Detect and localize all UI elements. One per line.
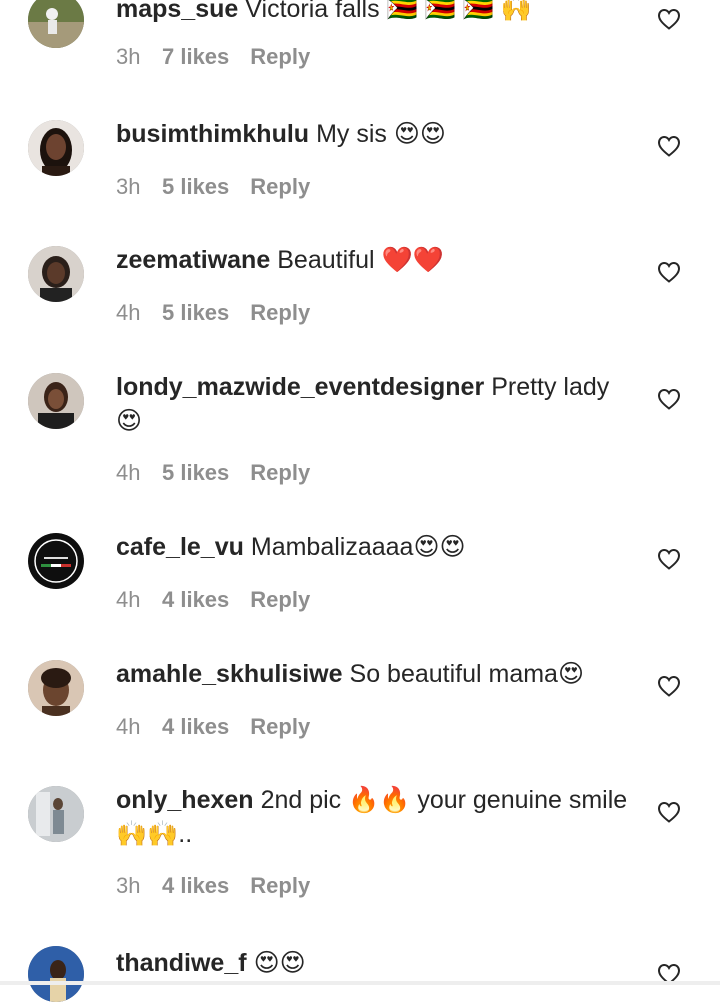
avatar[interactable] (28, 373, 84, 429)
divider (0, 981, 720, 985)
comment-text: londy_mazwide_eventdesigner Pretty lady 😍 (116, 370, 636, 438)
avatar[interactable] (28, 946, 84, 1002)
heart-icon[interactable] (657, 675, 681, 697)
heart-icon[interactable] (657, 261, 681, 283)
comment-text: zeematiwane Beautiful ❤️❤️ (116, 243, 636, 277)
comment-text: thandiwe_f 😍😍 (116, 946, 636, 980)
comment-time: 4h (116, 587, 141, 612)
comment-username[interactable]: thandiwe_f (116, 949, 247, 977)
comment-likes[interactable]: 5 likes (162, 174, 229, 200)
comment-text: busimthimkhulu My sis 😍😍 (116, 117, 636, 151)
reply-button[interactable]: Reply (250, 460, 310, 486)
comment-text: amahle_skhulisiwe So beautiful mama😍 (116, 657, 636, 691)
comment-likes[interactable]: 5 likes (162, 460, 229, 486)
reply-button[interactable]: Reply (250, 174, 310, 200)
comment-time: 3h (116, 873, 141, 898)
avatar[interactable] (28, 533, 84, 589)
comment-username[interactable]: cafe_le_vu (116, 533, 244, 561)
heart-icon[interactable] (657, 548, 681, 570)
comment-username[interactable]: zeematiwane (116, 246, 270, 274)
comment-likes[interactable]: 4 likes (162, 587, 229, 613)
comment-username[interactable]: only_hexen (116, 786, 254, 814)
comment-time: 4h (116, 460, 141, 485)
comment-likes[interactable]: 5 likes (162, 300, 229, 326)
reply-button[interactable]: Reply (250, 714, 310, 740)
comment-username[interactable]: busimthimkhulu (116, 120, 309, 148)
comment-time: 3h (116, 174, 141, 199)
reply-button[interactable]: Reply (250, 300, 310, 326)
comment-time: 3h (116, 44, 141, 69)
heart-icon[interactable] (657, 8, 681, 30)
comment-message: Beautiful ❤️❤️ (277, 246, 444, 274)
comment-message: My sis 😍😍 (316, 120, 446, 148)
comment-message: 😍😍 (253, 949, 306, 977)
heart-icon[interactable] (657, 135, 681, 157)
comment-username[interactable]: londy_mazwide_eventdesigner (116, 373, 484, 401)
comment-time: 4h (116, 300, 141, 325)
heart-icon[interactable] (657, 388, 681, 410)
comment-text: only_hexen 2nd pic 🔥🔥 your genuine smile … (116, 783, 636, 851)
avatar[interactable] (28, 660, 84, 716)
comment-username[interactable]: maps_sue (116, 0, 238, 23)
avatar[interactable] (28, 0, 84, 48)
comment-likes[interactable]: 4 likes (162, 873, 229, 899)
comment-message: Victoria falls 🇿🇼 🇿🇼 🇿🇼 🙌 (245, 0, 532, 23)
comment-likes[interactable]: 4 likes (162, 714, 229, 740)
reply-button[interactable]: Reply (250, 587, 310, 613)
reply-button[interactable]: Reply (250, 44, 310, 70)
comment-likes[interactable]: 7 likes (162, 44, 229, 70)
avatar[interactable] (28, 120, 84, 176)
comment-text: maps_sue Victoria falls 🇿🇼 🇿🇼 🇿🇼 🙌 (116, 0, 636, 26)
comment-message: Mambalizaaaa😍😍 (250, 533, 466, 561)
avatar[interactable] (28, 246, 84, 302)
comment-text: cafe_le_vu Mambalizaaaa😍😍 (116, 530, 636, 564)
comment-username[interactable]: amahle_skhulisiwe (116, 660, 343, 688)
comment-message: So beautiful mama😍 (349, 660, 585, 688)
avatar[interactable] (28, 786, 84, 842)
comment-time: 4h (116, 714, 141, 739)
heart-icon[interactable] (657, 801, 681, 823)
reply-button[interactable]: Reply (250, 873, 310, 899)
